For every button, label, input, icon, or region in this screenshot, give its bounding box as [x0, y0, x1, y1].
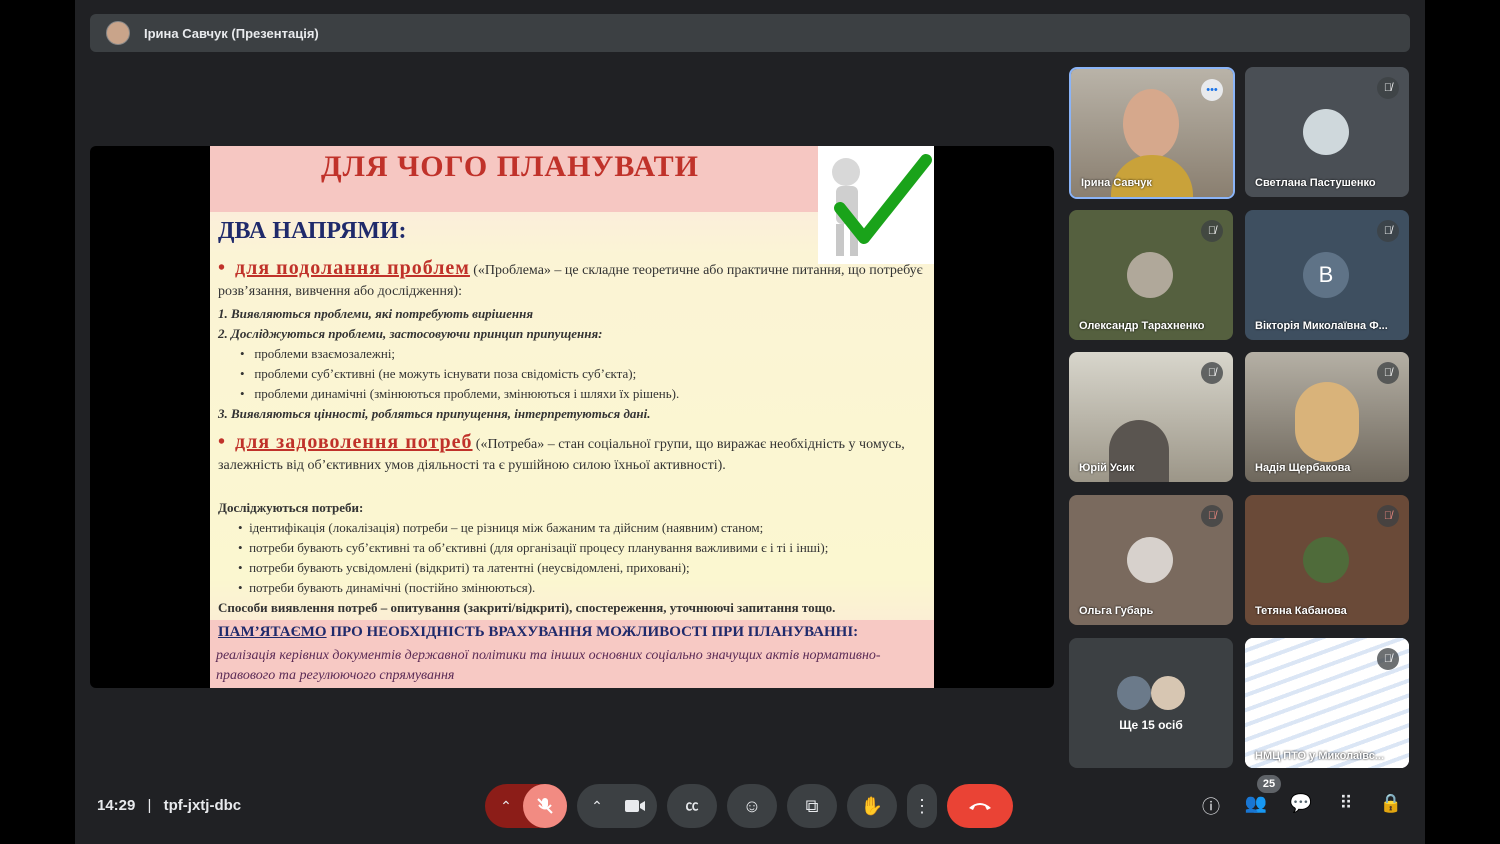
apps-grid-icon: ⠿ [1339, 793, 1353, 813]
mic-off-icon [537, 798, 553, 814]
people-button[interactable]: 👥 [1242, 793, 1270, 814]
mic-off-icon: 🎙̸ [1201, 220, 1223, 242]
participant-face [1123, 89, 1179, 159]
participant-tile[interactable]: 🎙̸ Надія Щербакова [1245, 352, 1409, 482]
participant-tile[interactable]: 🎙̸ Олександр Тарахненко [1069, 210, 1233, 340]
people-icon: 👥 [1244, 793, 1268, 813]
participant-tile[interactable]: 🎙̸ Тетяна Кабанова [1245, 495, 1409, 625]
remember-heading: ПАМ’ЯТАЄМО ПРО НЕОБХІДНІСТЬ ВРАХУВАННЯ М… [218, 624, 859, 640]
direction-1: • для подолання проблем («Проблема» – це… [218, 257, 923, 299]
host-controls-button[interactable]: 🔒 [1377, 793, 1405, 814]
step-2: 2. Досліджуються проблеми, застосовуючи … [218, 326, 603, 341]
participant-tile[interactable]: 🎙̸ НМЦ ПТО у Миколаївс... [1245, 638, 1409, 768]
list-item: • проблеми динамічні (змінюються проблем… [240, 386, 680, 401]
participant-name: Тетяна Кабанова [1255, 605, 1347, 617]
slide-subtitle: ДВА НАПРЯМИ: [218, 218, 407, 244]
more-options-button[interactable]: ⋮ [907, 784, 937, 828]
info-icon: ⓘ [1202, 797, 1220, 817]
avatar [1127, 537, 1173, 583]
participant-tile[interactable]: В 🎙̸ Вікторія Миколаївна Ф... [1245, 210, 1409, 340]
participant-name: Вікторія Миколаївна Ф... [1255, 320, 1388, 332]
more-participants-label: Ще 15 осіб [1119, 718, 1183, 732]
chat-button[interactable]: 💬 [1287, 793, 1315, 814]
video-options-chevron-up-icon[interactable]: ⌃ [582, 784, 612, 828]
needs-head: Досліджуються потреби: [218, 500, 364, 515]
mic-off-button[interactable] [523, 784, 567, 828]
emoji-icon: ☺ [742, 796, 762, 816]
participant-name: Светлана Пастушенко [1255, 177, 1376, 189]
list-item: • проблеми взаємозалежні; [240, 346, 396, 361]
phone-hangup-icon [969, 803, 991, 810]
checkmark-figure-icon [818, 146, 934, 264]
participant-tile[interactable]: 🎙̸ Ольга Губарь [1069, 495, 1233, 625]
activities-button[interactable]: ⠿ [1332, 793, 1360, 814]
avatar [1303, 537, 1349, 583]
direction-1-label: для подолання проблем [235, 257, 470, 279]
present-button[interactable]: ⧉ [787, 784, 837, 828]
methods-text: Способи виявлення потреб – опитування (з… [218, 600, 836, 615]
avatar [1127, 252, 1173, 298]
mic-off-icon: 🎙̸ [1377, 648, 1399, 670]
participant-name: Ольга Губарь [1079, 605, 1154, 617]
step-3: 3. Виявляються цінності, робляться припу… [218, 406, 651, 421]
list-item: • ідентифікація (локалізація) потреби – … [238, 520, 764, 535]
presentation-title: Ірина Савчук (Презентація) [144, 25, 319, 41]
presenter-avatar [106, 21, 130, 45]
separator: | [147, 797, 152, 814]
meeting-details-button[interactable]: ⓘ [1197, 793, 1225, 819]
mic-off-icon: 🎙̸ [1377, 77, 1399, 99]
participant-name: Надія Щербакова [1255, 462, 1351, 474]
avatar-initial: В [1303, 252, 1349, 298]
chat-icon: 💬 [1289, 793, 1313, 813]
hand-icon: ✋ [860, 796, 884, 816]
camera-button[interactable] [613, 784, 657, 828]
participant-name: Юрій Усик [1079, 462, 1135, 474]
direction-2: • для задоволення потреб («Потреба» – ст… [218, 431, 905, 473]
participant-name: Олександр Тарахненко [1079, 320, 1205, 332]
participant-name: НМЦ ПТО у Миколаївс... [1255, 750, 1385, 762]
participant-tile[interactable]: ••• Ірина Савчук [1069, 67, 1235, 199]
avatar [1117, 676, 1151, 710]
participant-figure [1295, 382, 1359, 462]
meeting-info: 14:29 | tpf-jxtj-dbc [97, 797, 241, 814]
implementation-text: реалізація керівних документів державної… [216, 648, 881, 683]
participant-count-badge: 25 [1257, 775, 1281, 793]
participant-tile[interactable]: 🎙̸ Юрій Усик [1069, 352, 1233, 482]
camera-icon [625, 800, 645, 812]
list-item: • потреби бувають усвідомлені (відкриті)… [238, 560, 690, 575]
avatar [1303, 109, 1349, 155]
participant-tile[interactable]: 🎙̸ Светлана Пастушенко [1245, 67, 1409, 197]
captions-button[interactable]: ㏄ [667, 784, 717, 828]
end-call-button[interactable] [947, 784, 1013, 828]
clock: 14:29 [97, 797, 136, 814]
mic-off-icon: 🎙̸ [1377, 362, 1399, 384]
raise-hand-button[interactable]: ✋ [847, 784, 897, 828]
mic-off-icon: 🎙̸ [1377, 505, 1399, 527]
presentation-header: Ірина Савчук (Презентація) [90, 14, 1410, 52]
mic-off-icon: 🎙̸ [1377, 220, 1399, 242]
meeting-code[interactable]: tpf-jxtj-dbc [164, 797, 241, 814]
lock-icon: 🔒 [1379, 793, 1403, 813]
presentation-slide: ДЛЯ ЧОГО ПЛАНУВАТИ ДВА НАПРЯМИ: • для по… [210, 146, 934, 688]
audio-options-chevron-up-icon[interactable]: ⌃ [490, 784, 522, 828]
participant-name: Ірина Савчук [1081, 177, 1152, 189]
avatar [1151, 676, 1185, 710]
slide-title: ДЛЯ ЧОГО ПЛАНУВАТИ [321, 150, 699, 183]
more-participants-tile[interactable]: Ще 15 осіб [1069, 638, 1233, 768]
direction-2-label: для задоволення потреб [235, 431, 473, 453]
list-item: • потреби бувають динамічні (постійно зм… [238, 580, 536, 595]
mic-off-icon: 🎙̸ [1201, 505, 1223, 527]
list-item: • потреби бувають суб’єктивні та об’єкти… [238, 540, 829, 555]
more-vert-icon: ⋮ [913, 796, 931, 816]
mic-off-icon: 🎙̸ [1201, 362, 1223, 384]
captions-icon: ㏄ [685, 798, 699, 813]
more-options-icon[interactable]: ••• [1201, 79, 1223, 101]
list-item: • проблеми суб’єктивні (не можуть існува… [240, 366, 637, 381]
step-1: 1. Виявляються проблеми, які потребують … [218, 306, 534, 321]
reactions-button[interactable]: ☺ [727, 784, 777, 828]
present-screen-icon: ⧉ [805, 796, 819, 816]
